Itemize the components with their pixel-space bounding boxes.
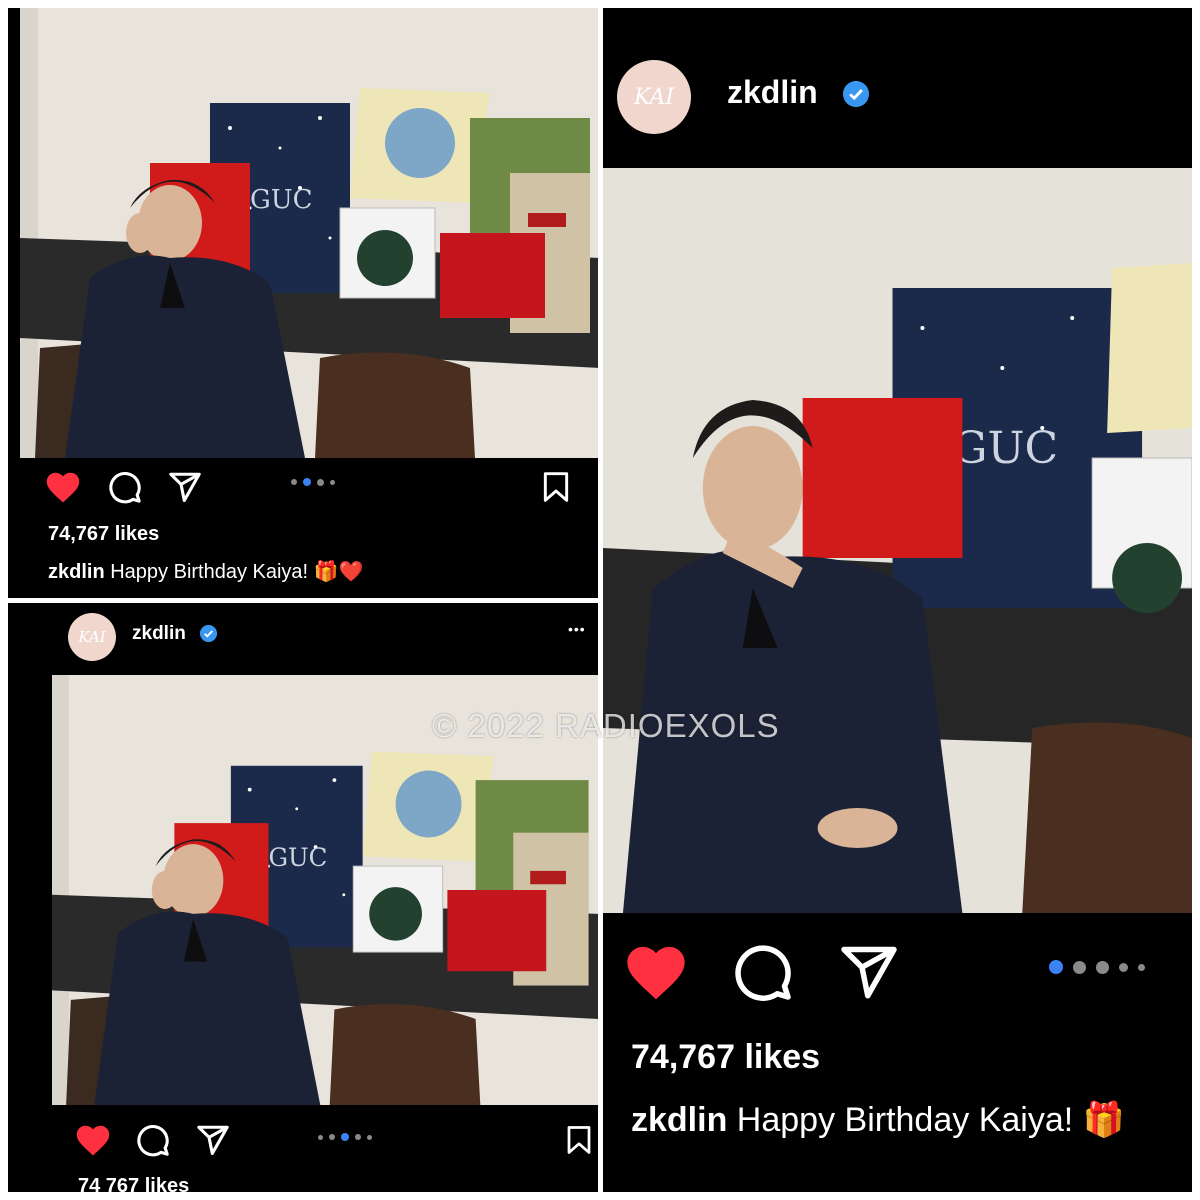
post-username[interactable]: zkdlin	[132, 623, 186, 645]
heart-icon[interactable]	[623, 942, 689, 1002]
post-panel-2: KAI zkdlin ••• 74 767 likes	[8, 603, 598, 1192]
carousel-dot	[1096, 960, 1109, 974]
heart-icon[interactable]	[44, 470, 82, 504]
caption-text: Happy Birthday Kaiya!	[110, 561, 309, 583]
comment-icon[interactable]	[733, 942, 793, 1002]
post-username[interactable]: zkdlin	[727, 74, 818, 111]
comment-icon[interactable]	[136, 1123, 170, 1157]
carousel-dots	[1049, 960, 1145, 974]
bookmark-icon[interactable]	[564, 1123, 594, 1157]
caption: zkdlin Happy Birthday Kaiya! 🎁	[631, 1100, 1125, 1140]
carousel-dot	[329, 1134, 335, 1140]
likes-count[interactable]: 74 767 likes	[78, 1175, 189, 1192]
carousel-dot	[330, 479, 335, 485]
carousel-dot-active	[1049, 960, 1063, 974]
carousel-dot	[318, 1134, 323, 1140]
carousel-dots	[318, 1133, 372, 1141]
likes-count[interactable]: 74,767 likes	[631, 1038, 820, 1077]
avatar-text: KAI	[633, 84, 675, 110]
verified-icon	[200, 625, 217, 642]
post-photo[interactable]	[603, 168, 1192, 913]
watermark: © 2022 RADIOEXOLS	[432, 707, 780, 744]
more-icon[interactable]: •••	[568, 621, 586, 637]
avatar[interactable]: KAI	[617, 60, 691, 134]
post-panel-3: KAI zkdlin 74,767 likes zkdlin Happy Bir…	[603, 8, 1192, 1192]
carousel-dot	[317, 478, 324, 486]
carousel-dot	[1119, 962, 1128, 972]
caption-emoji: 🎁	[1082, 1101, 1125, 1139]
post-photo[interactable]	[20, 8, 598, 458]
carousel-dot	[291, 479, 297, 485]
share-icon[interactable]	[196, 1123, 230, 1157]
carousel-dot	[1073, 960, 1086, 974]
likes-count[interactable]: 74,767 likes	[48, 523, 159, 546]
caption-username[interactable]: zkdlin	[631, 1101, 727, 1139]
caption: zkdlin Happy Birthday Kaiya! 🎁❤️	[48, 559, 364, 584]
share-icon[interactable]	[839, 942, 899, 1002]
carousel-dot-active	[303, 478, 311, 486]
caption-emoji: 🎁❤️	[313, 561, 364, 583]
avatar-text: KAI	[78, 628, 106, 646]
carousel-dots	[291, 478, 335, 486]
avatar[interactable]: KAI	[68, 613, 116, 661]
carousel-dot	[1138, 963, 1145, 971]
bookmark-icon[interactable]	[540, 470, 572, 504]
share-icon[interactable]	[168, 470, 202, 504]
caption-text: Happy Birthday Kaiya!	[736, 1101, 1074, 1139]
heart-icon[interactable]	[74, 1123, 112, 1157]
caption-username[interactable]: zkdlin	[48, 561, 105, 583]
carousel-dot	[367, 1134, 372, 1140]
carousel-dot	[355, 1134, 361, 1140]
verified-icon	[843, 81, 869, 107]
carousel-dot-active	[341, 1133, 349, 1141]
comment-icon[interactable]	[108, 470, 142, 504]
post-panel-1: 74,767 likes zkdlin Happy Birthday Kaiya…	[8, 8, 598, 598]
